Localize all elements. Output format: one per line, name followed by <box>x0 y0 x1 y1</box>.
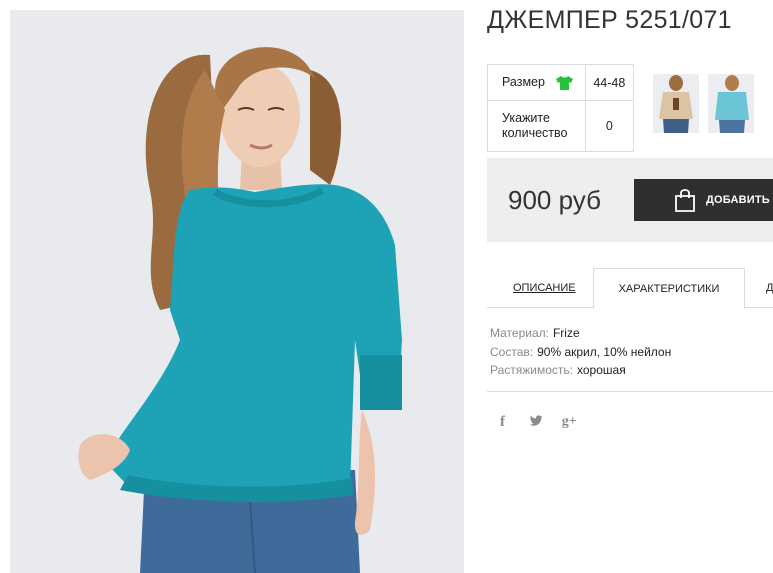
tab-characteristics[interactable]: ХАРАКТЕРИСТИКИ <box>593 268 745 309</box>
google-plus-icon[interactable]: g+ <box>562 414 577 430</box>
turquoise-sweater-thumbnail[interactable] <box>708 74 754 133</box>
characteristic-key: Материал: <box>490 326 549 340</box>
characteristic-value: Frize <box>552 326 580 340</box>
quantity-label: Укажите количество <box>487 100 586 152</box>
beige-blouse-thumbnail[interactable] <box>653 74 699 133</box>
product-options-table: Размер 44-48 Укажите количество 0 <box>487 64 635 152</box>
product-tabs: ОПИСАНИЕ ХАРАКТЕРИСТИКИ Д <box>487 268 773 309</box>
characteristic-key: Растяжимость: <box>490 363 574 377</box>
size-label-cell: Размер <box>487 64 586 101</box>
quantity-input[interactable]: 0 <box>584 100 635 152</box>
twitter-icon[interactable] <box>529 414 543 430</box>
size-value[interactable]: 44-48 <box>584 64 635 101</box>
characteristics-list: Материал: Frize Состав: 90% акрил, 10% ней… <box>490 324 671 380</box>
divider <box>487 391 773 392</box>
product-title: ДЖЕМПЕР 5251/071 <box>487 6 732 34</box>
size-label: Размер <box>502 74 545 89</box>
social-share: f g+ <box>500 413 577 431</box>
quantity-row: Укажите количество 0 <box>487 100 635 152</box>
characteristic-value: хорошая <box>577 363 626 377</box>
price-bar: 900 руб ДОБАВИТЬ В <box>487 158 773 242</box>
add-to-cart-label: ДОБАВИТЬ В <box>706 194 773 206</box>
tab-description[interactable]: ОПИСАНИЕ <box>513 268 576 308</box>
green-shirt-icon[interactable] <box>556 75 574 91</box>
characteristic-row: Материал: Frize <box>490 324 671 343</box>
characteristic-row: Состав: 90% акрил, 10% нейлон <box>490 343 671 362</box>
product-main-image[interactable] <box>10 10 464 573</box>
facebook-icon[interactable]: f <box>500 414 505 431</box>
add-to-cart-button[interactable]: ДОБАВИТЬ В <box>634 179 773 221</box>
size-row: Размер 44-48 <box>487 64 635 101</box>
product-price: 900 руб <box>508 185 601 215</box>
characteristic-key: Состав: <box>490 344 534 359</box>
characteristic-row: Растяжимость: хорошая <box>490 361 671 380</box>
tab-delivery[interactable]: Д <box>766 268 773 308</box>
characteristic-value: 90% акрил, 10% нейлон <box>537 344 672 359</box>
shopping-bag-icon <box>675 189 695 212</box>
